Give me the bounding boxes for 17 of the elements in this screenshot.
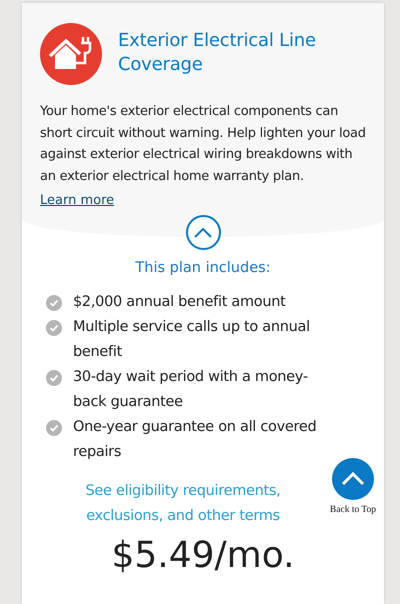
back-to-top-label[interactable]: Back to Top	[330, 503, 376, 518]
plan-price: $5.49/mo.	[110, 534, 296, 577]
check-icon	[46, 370, 62, 386]
chevron-up-icon	[341, 472, 365, 486]
plan-title: Exterior Electrical Line Coverage	[118, 29, 317, 77]
plan-description: Your home's exterior electrical components can short circuit without warning. Help lighten your load against exterior electrical wiring breakdowns with an exterior electrical home warranty plan.	[40, 103, 366, 186]
feature-text: $2,000 annual benefit amount	[73, 292, 286, 312]
feature-text: Multiple service calls up to annual benefit	[73, 318, 311, 362]
plan-includes-heading: This plan includes:	[134, 259, 272, 278]
check-icon	[46, 294, 62, 311]
house-plug-icon	[40, 23, 102, 85]
chevron-up-icon	[193, 226, 213, 238]
feature-text: 30-day wait period with a money-back guarantee	[73, 368, 309, 412]
check-icon	[46, 320, 62, 336]
check-icon	[46, 420, 62, 436]
feature-text: One-year guarantee on all covered repairs	[73, 418, 318, 462]
learn-more-link[interactable]: Learn more	[40, 191, 114, 210]
